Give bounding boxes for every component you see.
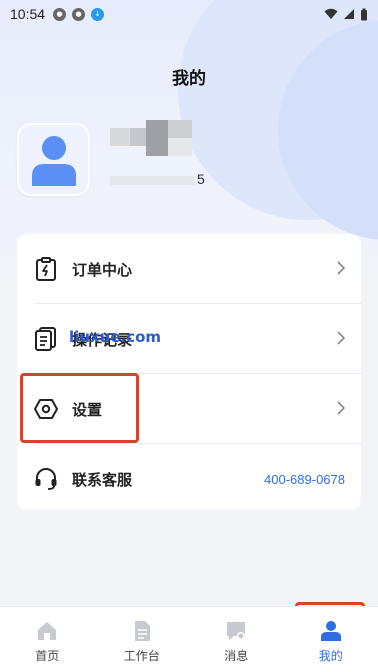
user-avatar-icon (31, 135, 76, 186)
menu-item-operation-log[interactable]: 操作记录 liuxue.com (17, 304, 361, 374)
nav-label: 我的 (318, 649, 343, 663)
menu-item-customer-service[interactable]: 联系客服 400-689-0678 (17, 444, 361, 514)
document-list-icon (34, 327, 58, 351)
page-title: 我的 (172, 69, 206, 89)
menu-item-settings[interactable]: 设置 (17, 374, 361, 444)
phone-blurred (110, 175, 195, 185)
nav-label: 工作台 (123, 649, 160, 663)
status-time: 10:54 (10, 6, 46, 22)
chevron-right-icon (337, 259, 346, 280)
clipboard-icon (34, 257, 58, 281)
menu-item-label: 订单中心 (72, 260, 133, 279)
service-phone-link[interactable]: 400-689-0678 (264, 472, 345, 487)
nav-item-home[interactable]: 首页 (0, 607, 95, 672)
nav-label: 首页 (35, 649, 60, 663)
home-icon (38, 622, 57, 640)
menu-card: 订单中心 操作记录 liuxue.com 设置 联系客服 400-689-067… (17, 234, 361, 510)
phone-number: 5 (110, 171, 205, 187)
phone-suffix: 5 (197, 171, 205, 187)
signal-icon (344, 9, 354, 19)
nav-label: 消息 (224, 649, 249, 663)
chevron-right-icon (337, 329, 346, 350)
avatar[interactable] (17, 123, 90, 196)
headset-icon (34, 467, 58, 491)
nav-item-messages[interactable]: 消息 (189, 607, 284, 672)
app-notification-icon: ● (53, 7, 67, 21)
hexagon-settings-icon (34, 397, 58, 421)
person-icon (320, 621, 341, 641)
document-icon (134, 621, 150, 641)
chevron-right-icon (337, 399, 346, 420)
menu-item-orders[interactable]: 订单中心 (17, 234, 361, 304)
message-icon (227, 622, 246, 640)
wifi-icon (324, 8, 338, 19)
bottom-nav: 首页 工作台 消息 我的 (0, 606, 378, 672)
app-notification-icon: ● (72, 7, 86, 21)
username-blurred (110, 120, 192, 156)
nav-item-mine[interactable]: 我的 (284, 607, 378, 672)
menu-item-label: 联系客服 (72, 470, 133, 489)
battery-icon (361, 8, 367, 20)
menu-item-label: 设置 (72, 400, 103, 419)
download-icon: ↓ (91, 7, 105, 21)
status-bar: 10:54 ● ● ↓ (0, 0, 378, 28)
nav-item-workbench[interactable]: 工作台 (95, 607, 190, 672)
menu-item-label: 操作记录 (72, 330, 133, 349)
